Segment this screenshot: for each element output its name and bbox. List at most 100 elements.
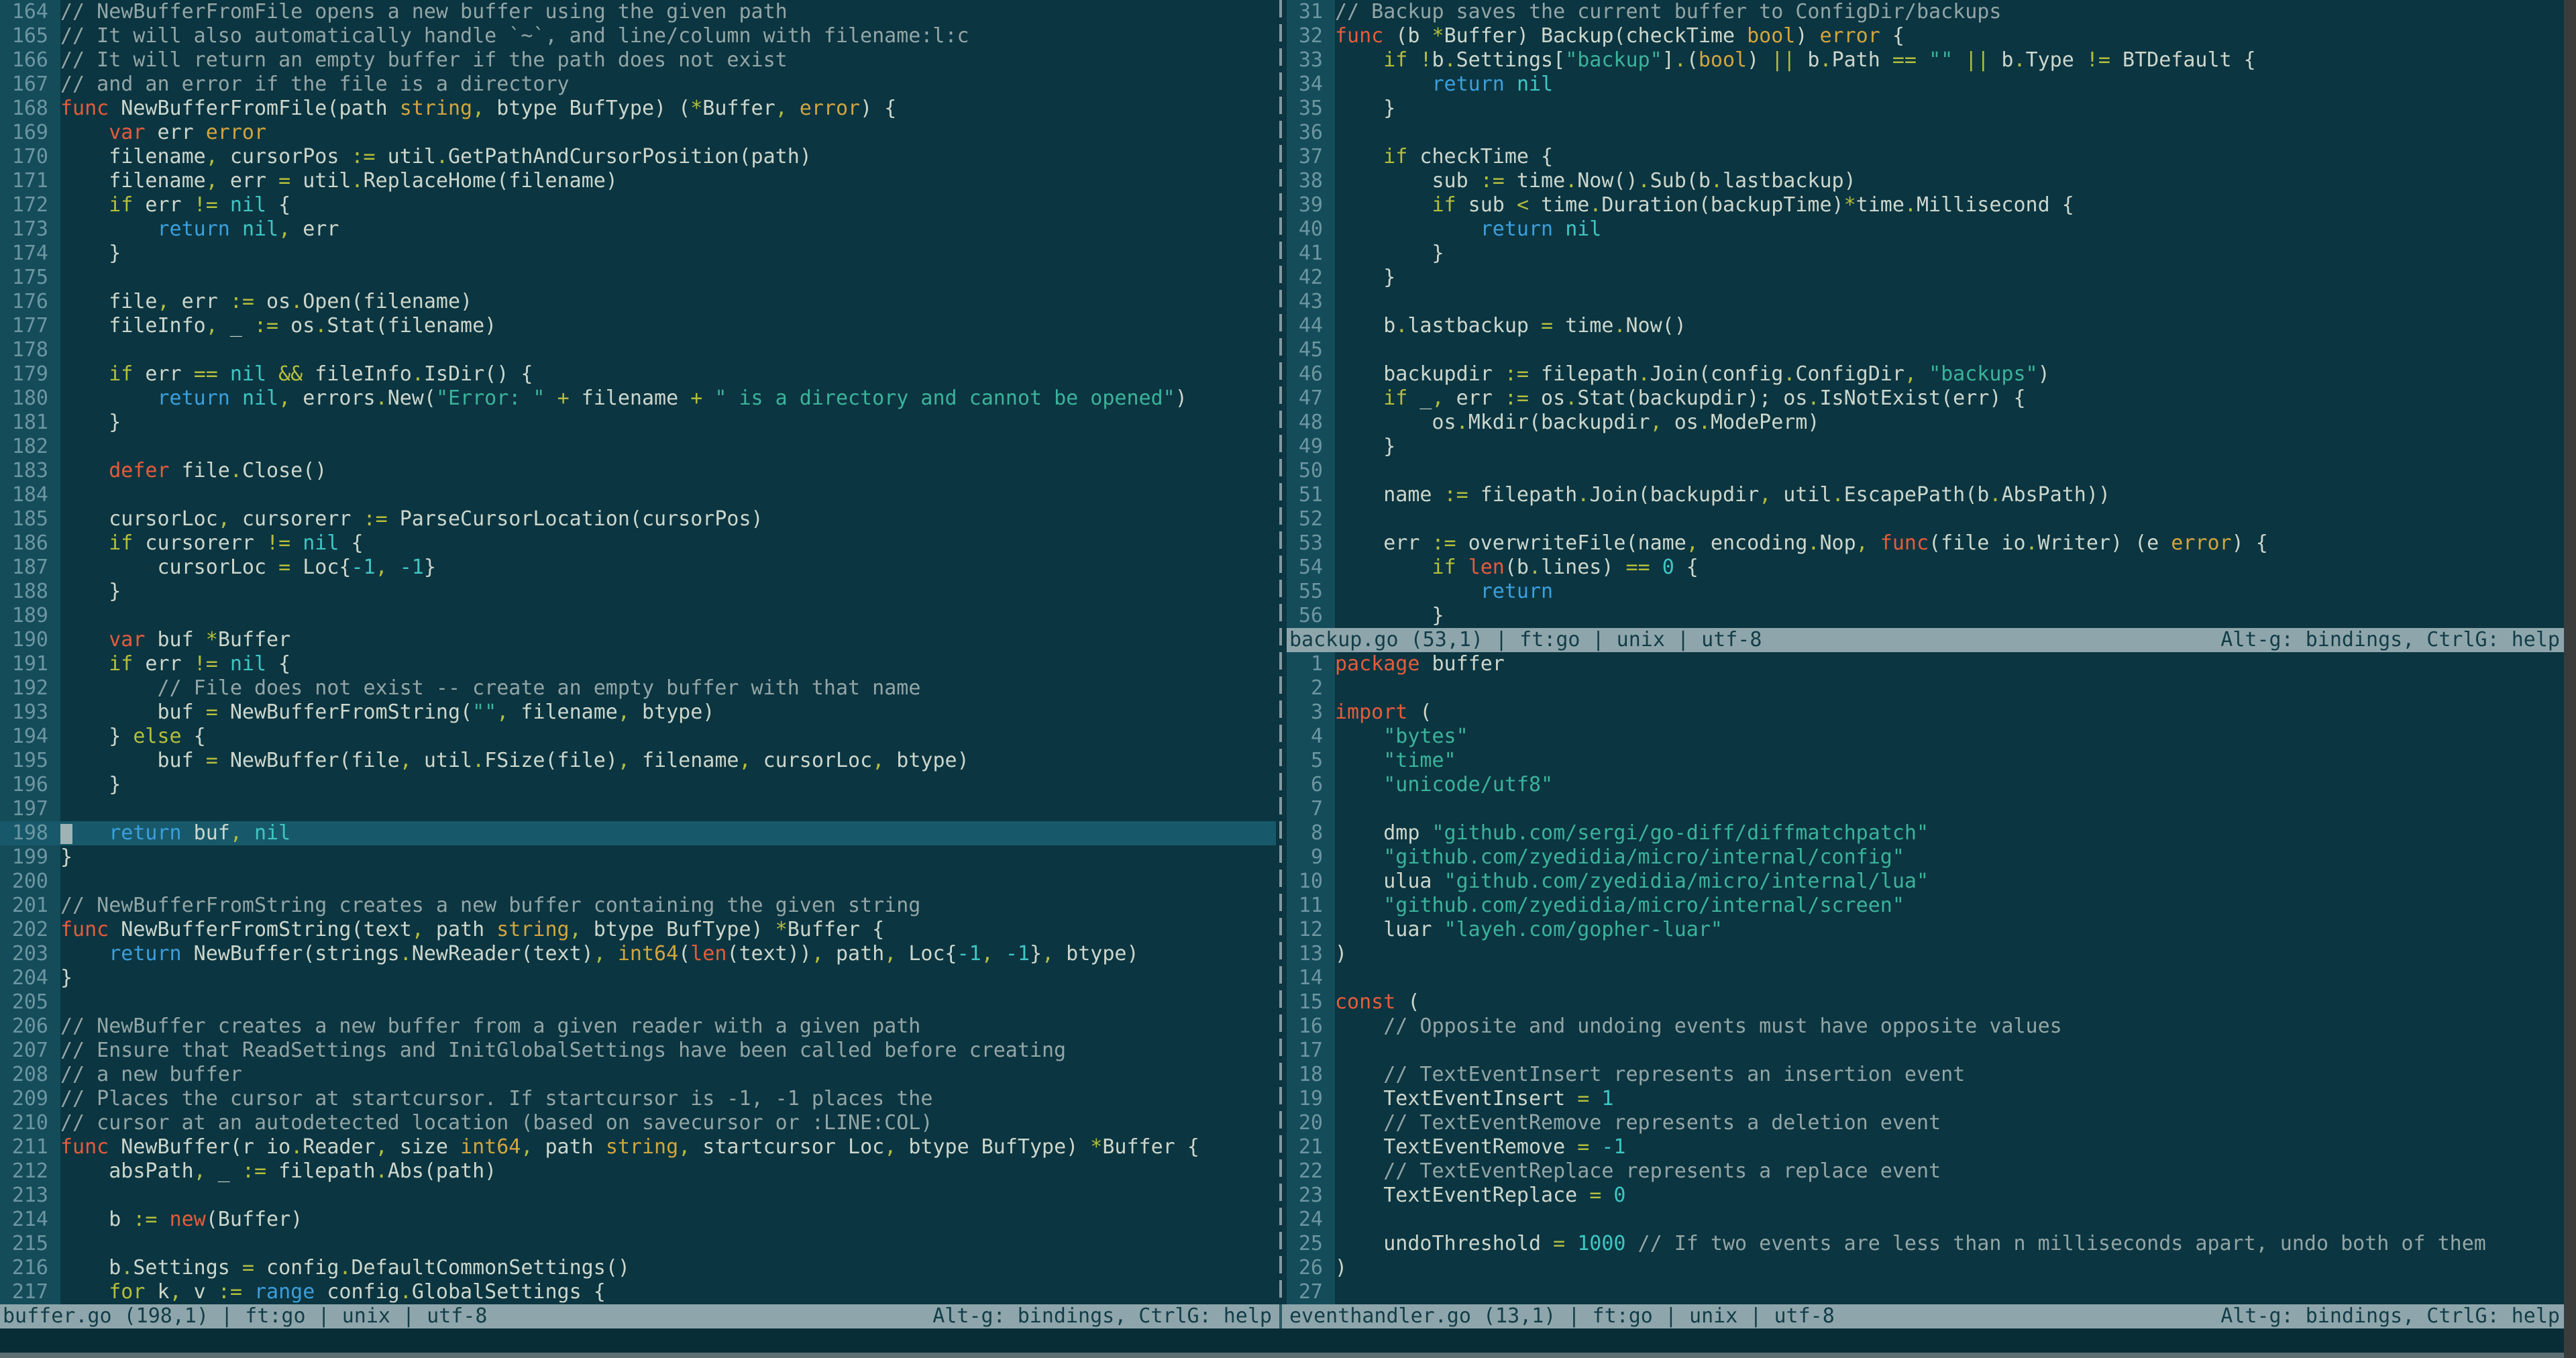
code-text[interactable]: // Ensure that ReadSettings and InitGlob… <box>60 1039 1276 1063</box>
code-line[interactable]: 17 <box>1287 1039 2564 1063</box>
code-line[interactable]: 169 var err error <box>0 121 1276 145</box>
code-line[interactable]: 54 if len(b.lines) == 0 { <box>1287 556 2564 580</box>
code-line[interactable]: 40 return nil <box>1287 217 2564 242</box>
code-text[interactable]: // Backup saves the current buffer to Co… <box>1335 0 2564 24</box>
code-line[interactable]: 196 } <box>0 773 1276 797</box>
code-line[interactable]: 49 } <box>1287 435 2564 459</box>
code-line[interactable]: 43 <box>1287 290 2564 314</box>
code-text[interactable]: return <box>1335 580 2564 604</box>
code-line[interactable]: 13) <box>1287 942 2564 966</box>
code-text[interactable]: func (b *Buffer) Backup(checkTime bool) … <box>1335 24 2564 48</box>
code-line[interactable]: 198 return buf, nil <box>0 821 1276 845</box>
code-text[interactable] <box>60 338 1276 362</box>
code-text[interactable]: if checkTime { <box>1335 145 2564 169</box>
code-text[interactable]: } <box>1335 242 2564 266</box>
editor-pane-buffer-go[interactable]: 164// NewBufferFromFile opens a new buff… <box>0 0 1276 1304</box>
code-line[interactable]: 204} <box>0 966 1276 990</box>
code-line[interactable]: 188 } <box>0 580 1276 604</box>
code-line[interactable]: 50 <box>1287 459 2564 483</box>
code-text[interactable]: import ( <box>1335 700 2564 725</box>
code-text[interactable]: b := new(Buffer) <box>60 1208 1276 1232</box>
code-line[interactable]: 26) <box>1287 1256 2564 1280</box>
code-text[interactable]: } <box>1335 97 2564 121</box>
code-text[interactable]: } <box>1335 266 2564 290</box>
code-text[interactable]: return nil, err <box>60 217 1276 242</box>
code-line[interactable]: 39 if sub < time.Duration(backupTime)*ti… <box>1287 193 2564 217</box>
code-text[interactable]: undoThreshold = 1000 // If two events ar… <box>1335 1232 2564 1256</box>
code-text[interactable]: buf = NewBufferFromString("", filename, … <box>60 700 1276 725</box>
code-text[interactable]: // File does not exist -- create an empt… <box>60 676 1276 700</box>
code-line[interactable]: 171 filename, err = util.ReplaceHome(fil… <box>0 169 1276 193</box>
code-text[interactable]: file, err := os.Open(filename) <box>60 290 1276 314</box>
code-line[interactable]: 25 undoThreshold = 1000 // If two events… <box>1287 1232 2564 1256</box>
code-text[interactable] <box>60 797 1276 821</box>
code-text[interactable]: "time" <box>1335 749 2564 773</box>
code-line[interactable]: 46 backupdir := filepath.Join(config.Con… <box>1287 362 2564 386</box>
code-line[interactable]: 31// Backup saves the current buffer to … <box>1287 0 2564 24</box>
code-line[interactable]: 207// Ensure that ReadSettings and InitG… <box>0 1039 1276 1063</box>
code-line[interactable]: 16 // Opposite and undoing events must h… <box>1287 1014 2564 1039</box>
code-line[interactable]: 10 ulua "github.com/zyedidia/micro/inter… <box>1287 870 2564 894</box>
code-text[interactable]: if err != nil { <box>60 193 1276 217</box>
code-line[interactable]: 194 } else { <box>0 725 1276 749</box>
code-text[interactable]: return nil <box>1335 72 2564 97</box>
code-text[interactable]: // and an error if the file is a directo… <box>60 72 1276 97</box>
code-line[interactable]: 180 return nil, errors.New("Error: " + f… <box>0 386 1276 411</box>
code-text[interactable] <box>60 604 1276 628</box>
code-line[interactable]: 168 func NewBufferFromFile(path string, b… <box>0 97 1276 121</box>
code-text[interactable]: if err == nil && fileInfo.IsDir() { <box>60 362 1276 386</box>
code-text[interactable]: var err error <box>60 121 1276 145</box>
code-text[interactable]: // NewBuffer creates a new buffer from a… <box>60 1014 1276 1039</box>
code-text[interactable]: } <box>60 411 1276 435</box>
code-text[interactable]: // TextEventRemove represents a deletion… <box>1335 1111 2564 1135</box>
code-line[interactable]: 208// a new buffer <box>0 1063 1276 1087</box>
code-line[interactable]: 1 package buffer <box>1287 652 2564 676</box>
code-text[interactable] <box>1335 966 2564 990</box>
code-line[interactable]: 201// NewBufferFromString creates a new … <box>0 894 1276 918</box>
code-line[interactable]: 215 <box>0 1232 1276 1256</box>
code-text[interactable]: if err != nil { <box>60 652 1276 676</box>
code-line[interactable]: 165// It will also automatically handle … <box>0 24 1276 48</box>
code-text[interactable]: TextEventRemove = -1 <box>1335 1135 2564 1159</box>
code-text[interactable]: filename, cursorPos := util.GetPathAndCu… <box>60 145 1276 169</box>
code-line[interactable]: 176 file, err := os.Open(filename) <box>0 290 1276 314</box>
code-line[interactable]: 177 fileInfo, _ := os.Stat(filename) <box>0 314 1276 338</box>
code-text[interactable]: return buf, nil <box>60 821 1276 845</box>
code-text[interactable]: func NewBuffer(r io.Reader, size int64, … <box>60 1135 1276 1159</box>
code-line[interactable]: 3 import ( <box>1287 700 2564 725</box>
code-text[interactable]: return nil <box>1335 217 2564 242</box>
code-line[interactable]: 190 var buf *Buffer <box>0 628 1276 652</box>
code-text[interactable] <box>1335 338 2564 362</box>
code-text[interactable]: } else { <box>60 725 1276 749</box>
code-text[interactable] <box>60 483 1276 507</box>
code-line[interactable]: 53 err := overwriteFile(name, encoding.N… <box>1287 531 2564 556</box>
code-text[interactable]: backupdir := filepath.Join(config.Config… <box>1335 362 2564 386</box>
code-text[interactable]: for k, v := range config.GlobalSettings … <box>60 1280 1276 1304</box>
code-text[interactable]: } <box>60 966 1276 990</box>
code-line[interactable]: 9 "github.com/zyedidia/micro/internal/co… <box>1287 845 2564 870</box>
code-text[interactable]: b.lastbackup = time.Now() <box>1335 314 2564 338</box>
code-line[interactable]: 44 b.lastbackup = time.Now() <box>1287 314 2564 338</box>
code-text[interactable]: } <box>1335 435 2564 459</box>
code-line[interactable]: 37 if checkTime { <box>1287 145 2564 169</box>
code-text[interactable] <box>1335 121 2564 145</box>
code-text[interactable] <box>60 266 1276 290</box>
code-line[interactable]: 217 for k, v := range config.GlobalSetti… <box>0 1280 1276 1304</box>
code-text[interactable]: luar "layeh.com/gopher-luar" <box>1335 918 2564 942</box>
code-text[interactable]: package buffer <box>1335 652 2564 676</box>
code-line[interactable]: 6 "unicode/utf8" <box>1287 773 2564 797</box>
code-text[interactable]: if _, err := os.Stat(backupdir); os.IsNo… <box>1335 386 2564 411</box>
code-line[interactable]: 183 defer file.Close() <box>0 459 1276 483</box>
code-text[interactable]: var buf *Buffer <box>60 628 1276 652</box>
code-text[interactable] <box>1335 1280 2564 1304</box>
code-line[interactable]: 167// and an error if the file is a dire… <box>0 72 1276 97</box>
editor-pane-backup-go[interactable]: 31// Backup saves the current buffer to … <box>1287 0 2564 628</box>
code-line[interactable]: 33 if !b.Settings["backup"].(bool) || b.… <box>1287 48 2564 72</box>
code-text[interactable]: // cursor at an autodetected location (b… <box>60 1111 1276 1135</box>
code-line[interactable]: 11 "github.com/zyedidia/micro/internal/s… <box>1287 894 2564 918</box>
code-text[interactable]: defer file.Close() <box>60 459 1276 483</box>
code-line[interactable]: 182 <box>0 435 1276 459</box>
code-text[interactable]: cursorLoc = Loc{-1, -1} <box>60 556 1276 580</box>
code-text[interactable]: absPath, _ := filepath.Abs(path) <box>60 1159 1276 1184</box>
code-line[interactable]: 181 } <box>0 411 1276 435</box>
